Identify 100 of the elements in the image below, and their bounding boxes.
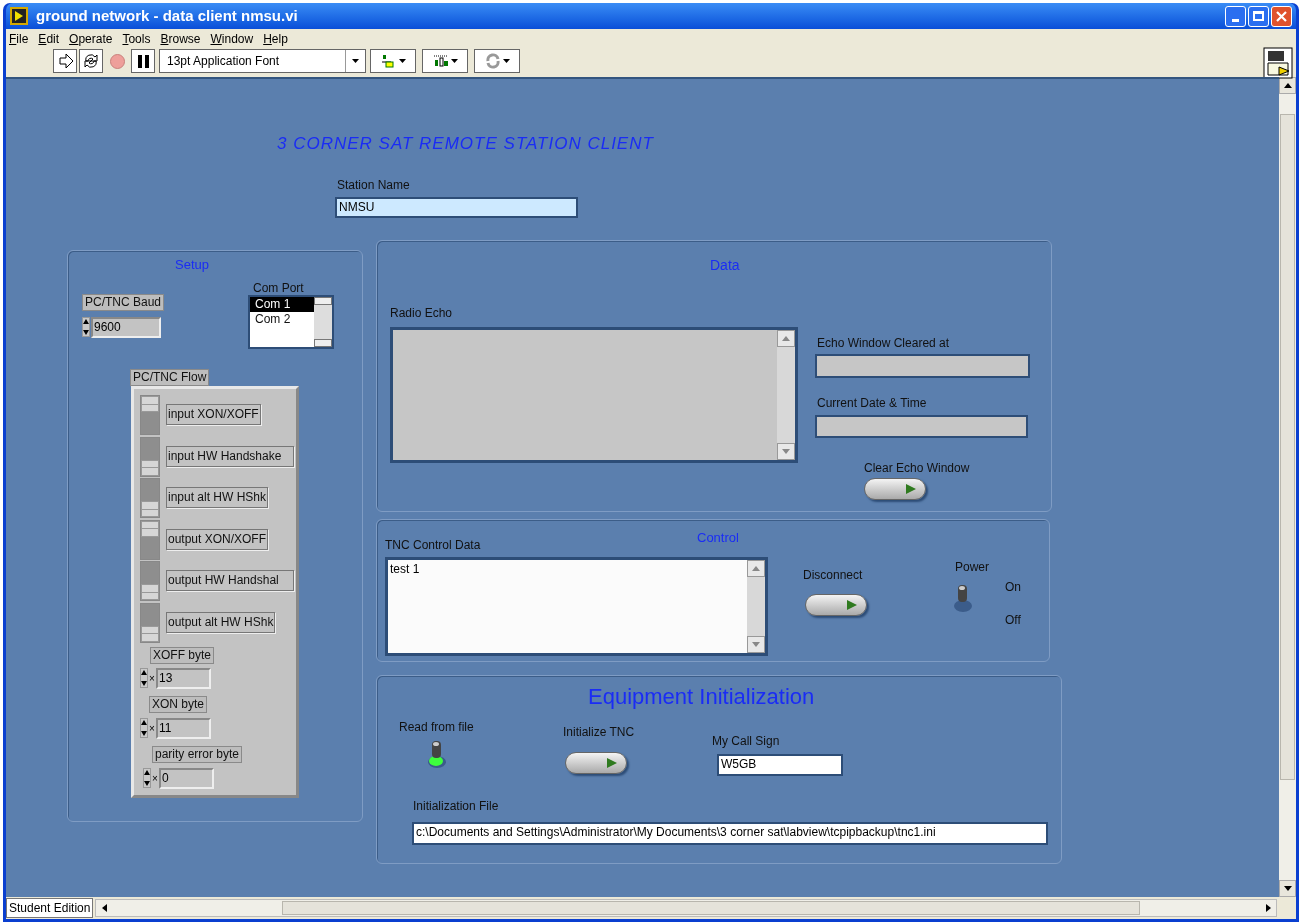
com-port-listbox[interactable]: Com 1 Com 2: [248, 295, 334, 349]
field-label: Read from file: [399, 721, 474, 733]
distribute-icon: [432, 53, 449, 69]
switch-state-label: Off: [1005, 614, 1021, 626]
font-dropdown[interactable]: 13pt Application Font: [159, 49, 366, 73]
switch-label: output alt HW HShk: [166, 611, 276, 633]
stop-icon: [108, 52, 126, 70]
distribute-objects-button[interactable]: [422, 49, 468, 73]
spin-arrows-icon[interactable]: [143, 768, 151, 788]
field-label: Power: [955, 561, 989, 573]
scroll-up-icon[interactable]: [1283, 83, 1292, 88]
run-arrow-icon: [56, 52, 74, 70]
scroll-left-icon[interactable]: [101, 904, 107, 912]
init-file-field[interactable]: c:\Documents and Settings\Administrator\My Documents\3 corner sat\labview\tcpipbackup\tnc1.ini: [412, 822, 1048, 845]
caret-icon: [398, 59, 406, 63]
field-label: Current Date & Time: [817, 397, 927, 409]
spin-arrows-icon[interactable]: [140, 668, 148, 688]
field-label: XOFF byte: [150, 647, 214, 664]
caret-icon: [450, 59, 458, 63]
radix-marker: ×: [149, 724, 155, 734]
vertical-scrollbar[interactable]: [1279, 77, 1296, 897]
vi-icon[interactable]: [1263, 47, 1293, 79]
play-triangle-icon: [606, 757, 618, 769]
radix-marker: ×: [149, 674, 155, 684]
close-icon: [1276, 10, 1287, 22]
button-label: Clear Echo Window: [864, 462, 970, 474]
caret-icon: [352, 59, 359, 63]
byte-field[interactable]: 0: [159, 768, 214, 789]
run-button[interactable]: [53, 49, 77, 73]
field-label: My Call Sign: [712, 735, 780, 747]
menu-item[interactable]: Tools: [122, 29, 151, 48]
field-label: Radio Echo: [390, 307, 453, 319]
caret-icon: [502, 59, 510, 63]
run-continuous-button[interactable]: [79, 49, 103, 73]
edition-label: Student Edition: [6, 898, 94, 918]
switch-state-label: On: [1005, 581, 1021, 593]
button-label: Initialize TNC: [563, 726, 635, 738]
switch-label: input XON/XOFF: [166, 404, 261, 425]
play-triangle-icon: [905, 483, 917, 495]
button-label: Disconnect: [803, 569, 863, 581]
menu-item[interactable]: Window: [210, 29, 254, 48]
radix-marker: ×: [152, 774, 158, 784]
scroll-down-icon[interactable]: [1283, 886, 1292, 891]
loop-arrows-icon: [82, 52, 100, 70]
field-label: PC/TNC Baud: [82, 294, 165, 311]
align-icon: [380, 53, 397, 69]
slide-switch[interactable]: [140, 478, 160, 518]
slide-switch[interactable]: [140, 395, 160, 435]
byte-field[interactable]: 11: [156, 718, 211, 739]
panel-title: 3 CORNER SAT REMOTE STATION CLIENT: [277, 135, 654, 152]
slide-switch[interactable]: [140, 561, 160, 601]
section-title: Data: [710, 258, 740, 272]
byte-field[interactable]: 13: [156, 668, 211, 689]
spin-arrows-icon[interactable]: [140, 718, 148, 738]
reorder-button[interactable]: [474, 49, 520, 73]
radio-echo-textbox[interactable]: [390, 327, 798, 463]
pause-button[interactable]: [131, 49, 155, 73]
listbox-item[interactable]: Com 1: [250, 297, 314, 312]
switch-label: output HW Handshal: [166, 570, 294, 591]
section-title: Equipment Initialization: [588, 686, 815, 708]
section-title: Control: [697, 531, 739, 544]
field-label: Station Name: [337, 179, 410, 191]
field-label: XON byte: [149, 696, 208, 713]
menu-item[interactable]: File: [9, 29, 29, 48]
call-sign-field[interactable]: W5GB: [717, 754, 843, 776]
scroll-right-icon[interactable]: [1265, 904, 1271, 912]
slide-switch[interactable]: [140, 602, 160, 643]
baud-field[interactable]: 9600: [91, 317, 161, 338]
close-button[interactable]: [1271, 5, 1292, 27]
field-label: Echo Window Cleared at: [817, 337, 950, 349]
play-triangle-icon: [846, 599, 858, 611]
slide-switch[interactable]: [140, 519, 160, 560]
initialize-tnc-button[interactable]: [565, 752, 627, 774]
app-icon: [10, 7, 28, 25]
field-label: Initialization File: [413, 800, 499, 812]
minimize-button[interactable]: [1225, 5, 1246, 27]
menu-item[interactable]: Operate: [69, 29, 113, 48]
menu-item[interactable]: Browse: [160, 29, 201, 48]
window-title: ground network - data client nmsu.vi: [36, 5, 299, 26]
listbox-scrollbar[interactable]: [314, 297, 332, 347]
menu-item[interactable]: Help: [263, 29, 288, 48]
switch-label: output XON/XOFF: [166, 528, 269, 550]
menu-item[interactable]: Edit: [38, 29, 60, 48]
switch-label: input HW Handshake: [166, 445, 294, 467]
slide-switch[interactable]: [140, 436, 160, 477]
circular-arrows-icon: [484, 53, 501, 69]
horizontal-scrollbar[interactable]: [95, 899, 1277, 917]
maximize-button[interactable]: [1248, 5, 1269, 27]
listbox-item[interactable]: Com 2: [250, 312, 314, 327]
date-time-field[interactable]: [815, 415, 1028, 438]
spin-arrows-icon[interactable]: [82, 317, 90, 337]
field-label: parity error byte: [152, 746, 243, 763]
clear-echo-button[interactable]: [864, 478, 926, 500]
align-objects-button[interactable]: [370, 49, 416, 73]
field-label: Com Port: [253, 282, 304, 294]
station-name-field[interactable]: NMSU: [335, 197, 578, 218]
tnc-control-textbox[interactable]: test 1: [385, 557, 768, 656]
disconnect-button[interactable]: [805, 594, 867, 616]
section-title: Setup: [175, 258, 209, 271]
echo-cleared-field[interactable]: [815, 354, 1030, 378]
